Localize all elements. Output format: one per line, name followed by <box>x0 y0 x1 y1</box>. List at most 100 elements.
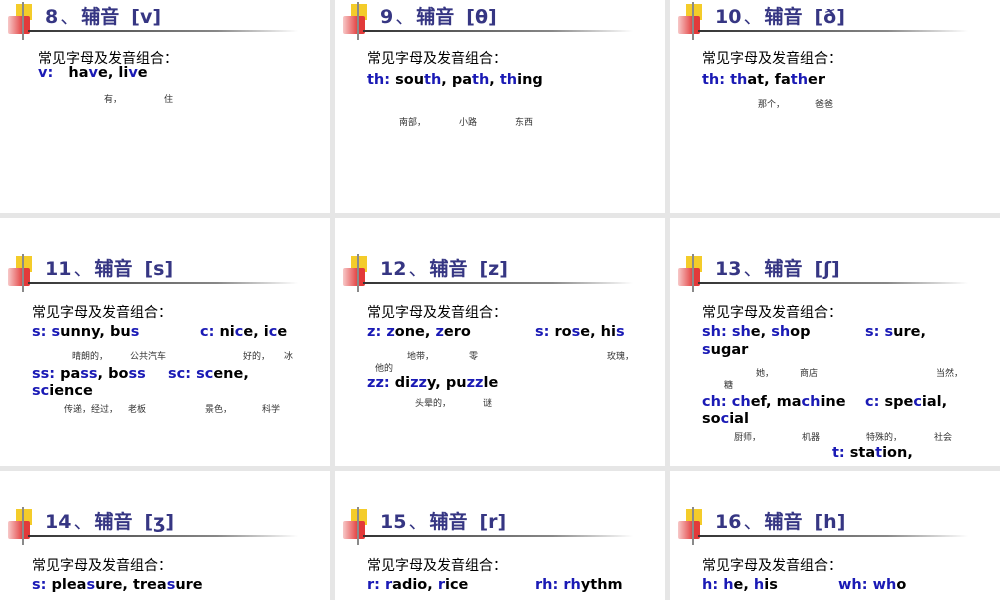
highlighted-letters: sh: <box>702 324 727 340</box>
spelling-line: th: south, path, thing <box>367 72 543 88</box>
spelling-line: ss: pass, boss <box>32 366 146 382</box>
slide-subtitle: 常见字母及发音组合： <box>32 305 172 321</box>
spelling-line: c: special, <box>865 394 947 410</box>
spelling-line: s: pleasure, treasure <box>32 577 203 593</box>
title-underline <box>28 282 298 284</box>
slide-decoration <box>339 507 377 545</box>
highlighted-letters: rh: <box>535 577 559 593</box>
slide-9: 9、辅音 [θ] 常见字母及发音组合： th: south, path, thin… <box>335 0 665 213</box>
highlighted-letters: wh: <box>838 577 868 593</box>
slide-decoration <box>4 2 42 40</box>
word-text: ing <box>517 72 543 88</box>
spelling-line: science <box>32 383 93 399</box>
highlighted-letters: v <box>128 65 138 81</box>
highlighted-letters: r <box>437 577 445 593</box>
slide-8: 8、辅音 [v] 常见字母及发音组合： v: have, live 有， 住 <box>0 0 330 213</box>
word-text: is <box>764 577 778 593</box>
word-text: e <box>137 65 148 81</box>
slide-15: 15、辅音 [r] 常见字母及发音组合： r: radio, rice rh: r… <box>335 471 665 600</box>
highlighted-letters: h <box>753 577 765 593</box>
word-text: plea <box>46 577 87 593</box>
chinese-gloss: 爸爸 <box>815 100 834 110</box>
slide-title: 10、辅音 [ð] <box>715 6 845 28</box>
slide-decoration <box>4 254 42 292</box>
word-text: so <box>702 411 721 427</box>
slide-title: 16、辅音 [h] <box>715 511 846 533</box>
highlighted-letters: s: <box>32 577 47 593</box>
word-text: er <box>808 72 826 88</box>
word-text: op <box>790 324 811 340</box>
chinese-gloss: 他的 <box>375 364 394 374</box>
highlighted-letters: s <box>615 324 625 340</box>
highlighted-letters: s: <box>535 324 550 340</box>
highlighted-letters: sh <box>771 324 791 340</box>
chinese-gloss: 谜 <box>483 399 493 409</box>
word-text: ice <box>444 577 469 593</box>
word-text: e <box>277 324 288 340</box>
highlighted-letters: th <box>499 72 518 88</box>
title-underline <box>363 535 633 537</box>
chinese-gloss: 社会 <box>934 433 953 443</box>
highlighted-letters: rh <box>563 577 581 593</box>
spelling-line: sugar <box>702 342 748 358</box>
highlighted-letters: c: <box>865 394 880 410</box>
word-text: ni <box>214 324 235 340</box>
slide-11: 11、辅音 [s] 常见字母及发音组合： s: sunny, bus c: nic… <box>0 218 330 466</box>
spelling-line: zz: dizzy, puzzle <box>367 375 498 391</box>
slide-subtitle: 常见字母及发音组合： <box>702 558 842 574</box>
word-text: o <box>896 577 907 593</box>
highlighted-letters: th <box>790 72 809 88</box>
word-text: ro <box>549 324 572 340</box>
word-text: sta <box>844 445 876 461</box>
highlighted-letters: ch <box>731 394 751 410</box>
title-underline <box>698 282 968 284</box>
chinese-gloss: 冰 <box>284 352 294 362</box>
chinese-gloss: 那个， <box>758 100 786 110</box>
highlighted-letters: ss <box>80 366 98 382</box>
slide-subtitle: 常见字母及发音组合： <box>367 51 507 67</box>
spelling-line: c: nice, ice <box>200 324 287 340</box>
word-text: ure, trea <box>95 577 167 593</box>
word-text: ience <box>49 383 93 399</box>
spelling-line: s: sunny, bus <box>32 324 139 340</box>
spelling-line: rh: rhythm <box>535 577 623 593</box>
highlighted-letters: sc <box>196 366 214 382</box>
highlighted-letters: s <box>86 577 96 593</box>
highlighted-letters: th <box>472 72 490 88</box>
word-text: , bo <box>97 366 129 382</box>
slide-title: 13、辅音 [ʃ] <box>715 258 840 280</box>
chinese-gloss: 玫瑰， <box>607 352 635 362</box>
title-underline <box>698 535 968 537</box>
chinese-gloss: 住 <box>164 95 174 105</box>
chinese-gloss: 地带， <box>407 352 435 362</box>
chinese-gloss: 特殊的， <box>866 433 903 443</box>
slide-title: 8、辅音 [v] <box>45 6 162 28</box>
slide-subtitle: 常见字母及发音组合： <box>702 51 842 67</box>
spelling-line: z: zone, zero <box>367 324 471 340</box>
slide-subtitle: 常见字母及发音组合： <box>367 305 507 321</box>
chinese-gloss: 她， <box>756 369 775 379</box>
spelling-line: v: have, live <box>38 65 148 81</box>
slide-decoration <box>674 507 712 545</box>
slide-title: 14、辅音 [ʒ] <box>45 511 175 533</box>
word-text: ef, ma <box>750 394 802 410</box>
highlighted-letters: sc: <box>168 366 192 382</box>
highlighted-letters: ch: <box>702 394 727 410</box>
word-text: , <box>489 72 500 88</box>
spelling-line: sh: she, shop <box>702 324 811 340</box>
chinese-gloss: 老板 <box>128 405 147 415</box>
highlighted-letters: c: <box>200 324 215 340</box>
highlighted-letters: t: <box>832 445 845 461</box>
highlighted-letters: s: <box>32 324 47 340</box>
highlighted-letters: wh <box>872 577 897 593</box>
word-text: e, hi <box>580 324 616 340</box>
highlighted-letters: s <box>884 324 894 340</box>
word-text: sou <box>390 72 425 88</box>
word-text: adio, <box>392 577 438 593</box>
chinese-gloss: 公共汽车 <box>130 352 167 362</box>
highlighted-letters: z <box>386 324 395 340</box>
chinese-gloss: 有， <box>104 95 123 105</box>
highlighted-letters: c <box>913 394 922 410</box>
word-text: ure, <box>893 324 926 340</box>
slide-title: 11、辅音 [s] <box>45 258 174 280</box>
